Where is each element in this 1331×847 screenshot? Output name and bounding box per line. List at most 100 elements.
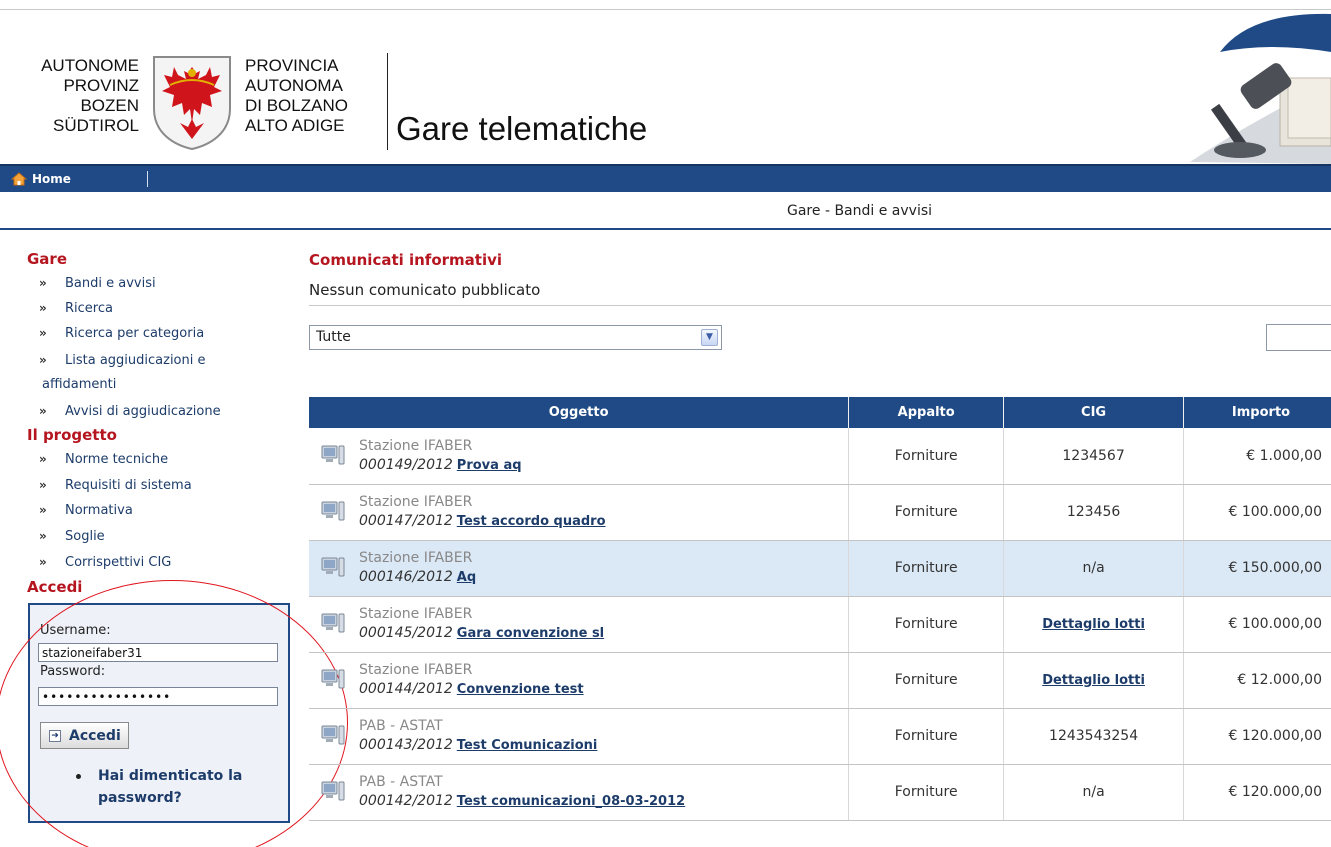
- table-row: Stazione IFABER 000144/2012 Convenzione te…: [309, 652, 1331, 709]
- sidebar-item-ricerca[interactable]: » Ricerca: [39, 301, 113, 316]
- tender-code: 000147/2012: [359, 513, 453, 529]
- sidebar-heading-gare: Gare: [27, 250, 68, 268]
- password-field[interactable]: [38, 687, 278, 706]
- cell-importo: € 120.000,00: [1183, 764, 1331, 821]
- tender-title-link[interactable]: Gara convenzione sl: [457, 626, 604, 641]
- nav-separator: [147, 171, 148, 187]
- cell-oggetto: PAB - ASTAT 000142/2012 Test comunicazioni…: [309, 764, 850, 821]
- station-name: Stazione IFABER: [359, 494, 473, 510]
- column-header-importo: Importo: [1183, 397, 1331, 428]
- cell-importo: € 120.000,00: [1183, 708, 1331, 765]
- app-title: Gare telematiche: [396, 110, 648, 147]
- tender-title-link[interactable]: Test Comunicazioni: [457, 738, 598, 753]
- tender-title-link[interactable]: Aq: [457, 570, 476, 585]
- cell-cig: 1234567: [1003, 428, 1185, 485]
- sidebar-heading-accedi: Accedi: [27, 578, 83, 596]
- cell-cig: n/a: [1003, 540, 1185, 597]
- table-row: PAB - ASTAT 000142/2012 Test comunicazioni…: [309, 764, 1331, 821]
- tender-code: 000149/2012: [359, 456, 453, 473]
- login-submit-button[interactable]: ➜ Accedi: [40, 722, 129, 749]
- computer-icon: [321, 501, 345, 521]
- tender-code: 000145/2012: [359, 625, 453, 641]
- computer-icon: [321, 445, 345, 465]
- sidebar-item-soglie[interactable]: » Soglie: [39, 529, 105, 544]
- station-name: Stazione IFABER: [359, 606, 473, 622]
- cell-appalto: Forniture: [848, 708, 1005, 765]
- breadcrumb-label: Gare - Bandi e avvisi: [787, 203, 933, 219]
- sidebar-heading-progetto: Il progetto: [27, 426, 117, 444]
- tender-code: 000142/2012: [359, 793, 453, 809]
- sidebar-item-requisiti-sistema[interactable]: » Requisiti di sistema: [39, 478, 192, 493]
- sidebar-item-bandi-e-avvisi[interactable]: » Bandi e avvisi: [39, 276, 156, 291]
- column-header-cig: CIG: [1003, 397, 1185, 428]
- tender-code: 000143/2012: [359, 737, 453, 753]
- cell-appalto: Forniture: [848, 596, 1005, 653]
- sidebar-item-avvisi-aggiudicazione[interactable]: » Avvisi di aggiudicazione: [39, 404, 221, 419]
- sidebar-item-lista-aggiudicazioni-cont[interactable]: affidamenti: [42, 377, 116, 392]
- cell-appalto: Forniture: [848, 764, 1005, 821]
- tender-title-link[interactable]: Test comunicazioni_08-03-2012: [457, 794, 685, 809]
- cell-importo: € 12.000,00: [1183, 652, 1331, 709]
- sidebar-item-norme-tecniche[interactable]: » Norme tecniche: [39, 452, 168, 467]
- dropdown-arrow-icon[interactable]: ▼: [701, 329, 718, 346]
- cig-value: n/a: [1082, 784, 1105, 800]
- cell-appalto: Forniture: [848, 484, 1005, 541]
- tender-title-link[interactable]: Test accordo quadro: [457, 514, 606, 529]
- station-name: PAB - ASTAT: [359, 774, 443, 790]
- computer-icon: [321, 781, 345, 801]
- tender-code: 000144/2012: [359, 681, 453, 697]
- table-row: PAB - ASTAT 000143/2012 Test Comunicazioni…: [309, 708, 1331, 765]
- nav-home-link[interactable]: Home: [11, 169, 71, 189]
- cig-value: 1234567: [1062, 447, 1125, 464]
- forgot-password-label: Hai dimenticato la password?: [98, 768, 243, 806]
- section-title-comunicati: Comunicati informativi: [309, 251, 503, 269]
- cig-value: n/a: [1082, 560, 1105, 576]
- cell-appalto: Forniture: [848, 540, 1005, 597]
- nav-home-label: Home: [32, 172, 71, 186]
- sidebar-item-corrispettivi-cig[interactable]: » Corrispettivi CIG: [39, 555, 171, 570]
- cell-importo: € 150.000,00: [1183, 540, 1331, 597]
- cell-oggetto: PAB - ASTAT 000143/2012 Test Comunicazioni: [309, 708, 850, 765]
- sidebar-item-ricerca-categoria[interactable]: » Ricerca per categoria: [39, 326, 204, 341]
- cell-importo: € 100.000,00: [1183, 596, 1331, 653]
- password-label: Password:: [40, 664, 106, 679]
- cig-value: 123456: [1066, 504, 1121, 520]
- username-field[interactable]: [38, 643, 278, 662]
- gavel-banner-icon: [1190, 13, 1331, 164]
- cell-oggetto: Stazione IFABER 000144/2012 Convenzione te…: [309, 652, 850, 709]
- cell-cig: 1243543254: [1003, 708, 1185, 765]
- search-input[interactable]: [1266, 324, 1331, 351]
- arrow-right-icon: ➜: [49, 729, 61, 742]
- cell-oggetto: Stazione IFABER 000146/2012 Aq: [309, 540, 850, 597]
- username-label: Username:: [40, 623, 111, 638]
- main-navbar: Home: [0, 164, 1331, 192]
- cig-detail-link[interactable]: Dettaglio lotti: [1042, 673, 1145, 688]
- logo-text-de: AUTONOME PROVINZ BOZEN SÜDTIROL: [41, 56, 139, 135]
- cell-cig: Dettaglio lotti: [1003, 652, 1185, 709]
- computer-icon: [321, 725, 345, 745]
- tender-title-link[interactable]: Prova aq: [457, 458, 522, 473]
- comunicati-empty-text: Nessun comunicato pubblicato: [309, 281, 541, 299]
- home-icon: [11, 172, 27, 186]
- forgot-password-link[interactable]: Hai dimenticato la password?: [76, 765, 276, 809]
- login-form: Username: Password: ➜ Accedi Hai dimenti…: [28, 603, 290, 823]
- bullet-dot: [76, 774, 81, 779]
- station-name: PAB - ASTAT: [359, 718, 443, 734]
- tender-title-link[interactable]: Convenzione test: [457, 682, 584, 697]
- coat-of-arms-icon: [153, 56, 231, 151]
- column-header-appalto: Appalto: [848, 397, 1005, 428]
- sidebar-item-normativa[interactable]: » Normativa: [39, 503, 133, 518]
- computer-icon: [321, 557, 345, 577]
- logo-divider: [387, 53, 388, 150]
- filter-select-value: Tutte: [316, 329, 351, 345]
- filter-select[interactable]: Tutte ▼: [309, 325, 722, 350]
- sidebar-item-lista-aggiudicazioni[interactable]: » Lista aggiudicazioni e: [39, 353, 206, 368]
- table-row: Stazione IFABER 000145/2012 Gara convenzio…: [309, 596, 1331, 653]
- cell-cig: n/a: [1003, 764, 1185, 821]
- top-rule: [0, 9, 1331, 10]
- cell-oggetto: Stazione IFABER 000145/2012 Gara convenzio…: [309, 596, 850, 653]
- table-row: Stazione IFABER 000147/2012 Test accordo q…: [309, 484, 1331, 541]
- cell-cig: 123456: [1003, 484, 1185, 541]
- login-submit-label: Accedi: [69, 727, 121, 744]
- cig-detail-link[interactable]: Dettaglio lotti: [1042, 617, 1145, 632]
